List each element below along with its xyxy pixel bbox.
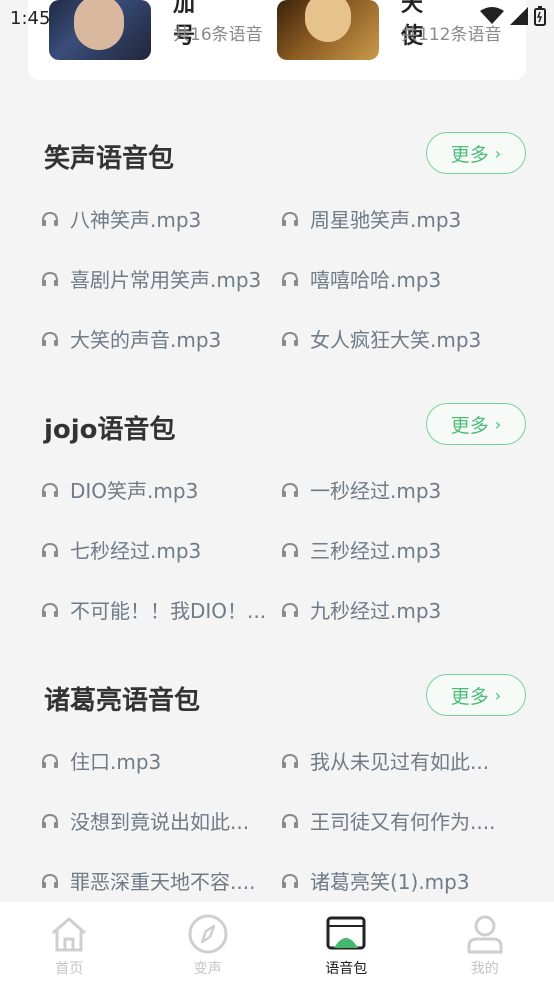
headphones-icon <box>42 813 58 828</box>
voice-item[interactable]: 三秒经过.mp3 <box>280 535 512 564</box>
wifi-icon <box>480 7 504 24</box>
voice-item[interactable]: 周星驰笑声.mp3 <box>280 204 512 233</box>
chevron-right-icon: › <box>494 143 502 163</box>
voice-item-label: 三秒经过.mp3 <box>310 539 442 563</box>
headphones-icon <box>282 482 298 497</box>
nav-item-voice-change[interactable]: 变声 <box>139 902 278 985</box>
voice-item[interactable]: 住口.mp3 <box>40 746 272 775</box>
voice-item-label: 一秒经过.mp3 <box>310 479 442 503</box>
voice-item[interactable]: 大笑的声音.mp3 <box>40 324 272 353</box>
nav-label: 变声 <box>193 961 222 977</box>
more-label: 更多 <box>450 685 489 708</box>
pack-count: 共16条语音 <box>173 25 263 45</box>
voice-item-label: 七秒经过.mp3 <box>70 539 202 563</box>
compass-icon <box>188 914 228 954</box>
featured-pack-item[interactable]: 加号 共16条语音 <box>49 0 263 60</box>
chevron-right-icon: › <box>494 685 502 705</box>
headphones-icon <box>282 813 298 828</box>
headphones-icon <box>42 331 58 346</box>
more-label: 更多 <box>450 143 489 166</box>
voice-item-label: 我从未见过有如此... <box>310 750 490 774</box>
status-time: 1:45 <box>10 8 51 29</box>
voice-item[interactable]: 没想到竟说出如此... <box>40 806 272 835</box>
headphones-icon <box>282 211 298 226</box>
voice-item-label: 嘻嘻哈哈.mp3 <box>310 268 442 292</box>
more-button[interactable]: 更多 › <box>426 403 526 445</box>
nav-item-voice-pack[interactable]: 语音包 <box>277 902 416 985</box>
voice-item[interactable]: 不可能！！我DIO！... <box>40 595 272 624</box>
headphones-icon <box>42 542 58 557</box>
nav-label: 语音包 <box>325 961 368 977</box>
home-icon <box>52 917 87 952</box>
voice-item[interactable]: 一秒经过.mp3 <box>280 475 512 504</box>
voice-item-label: 罪恶深重天地不容.... <box>70 870 256 894</box>
signal-icon <box>510 7 528 25</box>
nav-label: 我的 <box>470 961 499 977</box>
more-button[interactable]: 更多 › <box>426 132 526 174</box>
voice-item[interactable]: 八神笑声.mp3 <box>40 204 272 233</box>
headphones-icon <box>282 542 298 557</box>
headphones-icon <box>42 271 58 286</box>
pack-thumbnail <box>277 0 379 60</box>
nav-item-profile[interactable]: 我的 <box>416 902 554 985</box>
section-title: jojo语音包 <box>44 415 176 445</box>
headphones-icon <box>282 753 298 768</box>
headphones-icon <box>282 873 298 888</box>
more-label: 更多 <box>450 414 489 437</box>
bottom-nav: 首页 变声 语音包 我的 <box>0 902 554 985</box>
voice-item[interactable]: 九秒经过.mp3 <box>280 595 512 624</box>
headphones-icon <box>42 602 58 617</box>
voice-item[interactable]: 嘻嘻哈哈.mp3 <box>280 264 512 293</box>
headphones-icon <box>42 873 58 888</box>
chevron-right-icon: › <box>494 414 502 434</box>
battery-icon <box>534 6 546 26</box>
section-title: 诸葛亮语音包 <box>44 686 201 716</box>
voice-item-label: 女人疯狂大笑.mp3 <box>310 328 482 352</box>
voice-item[interactable]: 罪恶深重天地不容.... <box>40 866 272 895</box>
voice-pack-icon <box>326 916 366 950</box>
nav-label: 首页 <box>55 961 84 977</box>
headphones-icon <box>282 331 298 346</box>
voice-item-label: 没想到竟说出如此... <box>70 810 250 834</box>
voice-item[interactable]: DIO笑声.mp3 <box>40 475 272 504</box>
section-title: 笑声语音包 <box>44 144 175 174</box>
voice-item-label: DIO笑声.mp3 <box>70 479 199 503</box>
featured-pack-item[interactable]: 天使 共112条语音 <box>277 0 501 60</box>
voice-item[interactable]: 诸葛亮笑(1).mp3 <box>280 866 512 895</box>
voice-item[interactable]: 我从未见过有如此... <box>280 746 512 775</box>
headphones-icon <box>282 271 298 286</box>
nav-item-home[interactable]: 首页 <box>0 902 139 985</box>
voice-item-label: 周星驰笑声.mp3 <box>310 208 462 232</box>
status-icons <box>480 6 546 26</box>
voice-item[interactable]: 王司徒又有何作为.... <box>280 806 512 835</box>
voice-item[interactable]: 七秒经过.mp3 <box>40 535 272 564</box>
voice-item-label: 九秒经过.mp3 <box>310 599 442 623</box>
voice-item-label: 王司徒又有何作为.... <box>310 810 496 834</box>
featured-packs-card: 加号 共16条语音 天使 共112条语音 <box>28 0 526 80</box>
user-icon <box>467 915 503 954</box>
voice-item-label: 八神笑声.mp3 <box>70 208 202 232</box>
voice-item[interactable]: 喜剧片常用笑声.mp3 <box>40 264 272 293</box>
headphones-icon <box>42 482 58 497</box>
voice-item-label: 不可能！！我DIO！... <box>70 599 267 623</box>
voice-item[interactable]: 女人疯狂大笑.mp3 <box>280 324 512 353</box>
voice-item-label: 诸葛亮笑(1).mp3 <box>310 870 470 894</box>
headphones-icon <box>42 211 58 226</box>
headphones-icon <box>282 602 298 617</box>
voice-item-label: 大笑的声音.mp3 <box>70 328 222 352</box>
pack-thumbnail <box>49 0 151 60</box>
voice-item-label: 住口.mp3 <box>70 750 162 774</box>
headphones-icon <box>42 753 58 768</box>
voice-item-label: 喜剧片常用笑声.mp3 <box>70 268 262 292</box>
more-button[interactable]: 更多 › <box>426 674 526 716</box>
